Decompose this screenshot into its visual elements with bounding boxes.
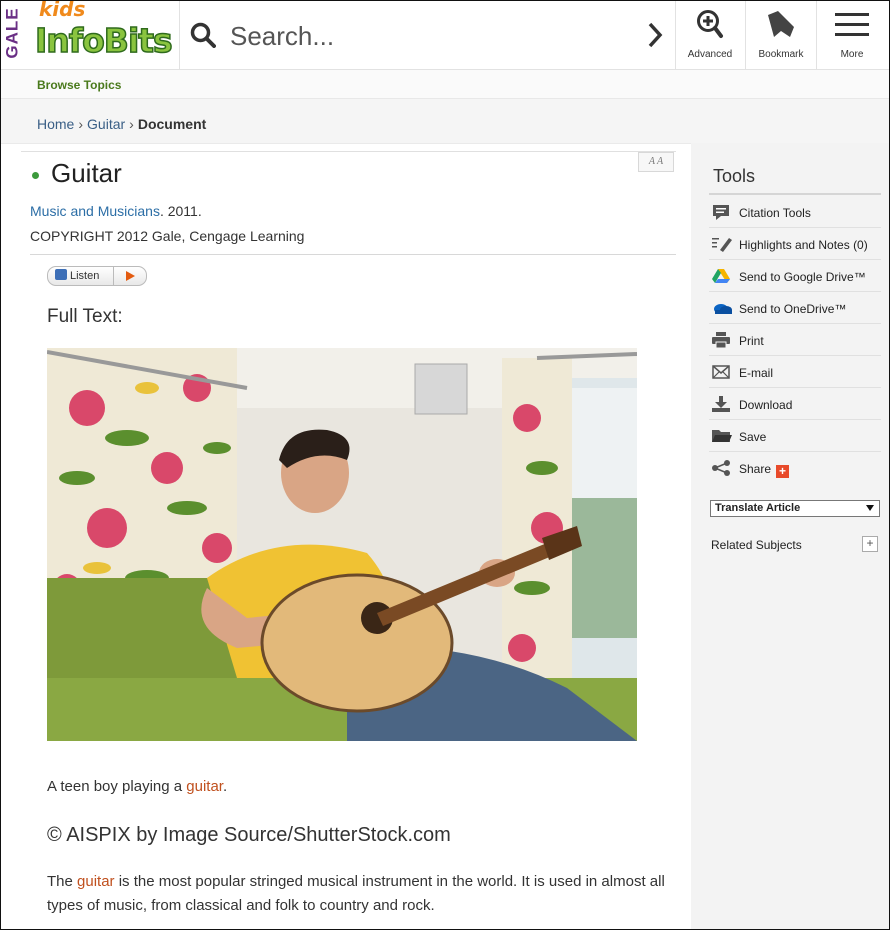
breadcrumb-current: Document bbox=[137, 116, 207, 132]
tool-share[interactable]: Share + bbox=[709, 452, 881, 483]
tool-label: Download bbox=[739, 398, 793, 412]
para-text-rest: is the most popular stringed musical ins… bbox=[47, 873, 665, 914]
citation-icon bbox=[712, 204, 730, 220]
breadcrumb-band: Home › Guitar › Document bbox=[1, 99, 889, 143]
folder-icon bbox=[712, 428, 732, 444]
topic-nav-bar: Browse Topics bbox=[1, 70, 889, 99]
tool-highlights[interactable]: Highlights and Notes (0) bbox=[709, 228, 881, 260]
advanced-search-button[interactable]: Advanced bbox=[675, 1, 746, 69]
caption-text: A teen boy playing a bbox=[47, 778, 187, 795]
breadcrumb-separator-icon: › bbox=[78, 116, 84, 132]
bookmark-tag-icon bbox=[768, 11, 794, 37]
source-title-link[interactable]: Music and Musicians bbox=[30, 203, 160, 219]
tool-onedrive[interactable]: Send to OneDrive™ bbox=[709, 292, 881, 324]
tools-heading: Tools bbox=[713, 166, 756, 186]
source-year: . 2011. bbox=[159, 203, 202, 219]
title-divider bbox=[21, 151, 676, 152]
search-icon[interactable] bbox=[190, 22, 216, 53]
breadcrumb: Home › Guitar › Document bbox=[37, 116, 206, 132]
zoom-plus-icon bbox=[697, 10, 723, 38]
tool-email[interactable]: E-mail bbox=[709, 356, 881, 388]
breadcrumb-home[interactable]: Home bbox=[37, 116, 74, 132]
play-icon[interactable] bbox=[113, 266, 147, 286]
logo-kids-text: kids bbox=[39, 0, 86, 21]
tool-label: Save bbox=[739, 430, 767, 444]
onedrive-icon bbox=[712, 300, 732, 316]
expand-plus-icon[interactable]: + bbox=[862, 536, 878, 552]
caption-guitar-link[interactable]: guitar bbox=[186, 778, 223, 795]
article-source: Music and Musicians. 2011. bbox=[30, 203, 202, 219]
photo-caption: A teen boy playing a guitar. bbox=[47, 778, 227, 795]
font-size-toggle[interactable]: A A bbox=[638, 152, 674, 172]
share-label: Share + bbox=[739, 462, 790, 478]
hamburger-menu-icon bbox=[835, 13, 869, 36]
article-paragraph: The guitar is the most popular stringed … bbox=[47, 870, 667, 918]
download-icon bbox=[712, 396, 730, 412]
article-title: Guitar bbox=[51, 158, 122, 188]
photo-credit: © AISPIX by Image Source/ShutterStock.co… bbox=[47, 824, 451, 846]
advanced-label: Advanced bbox=[687, 49, 733, 60]
tool-label: Highlights and Notes (0) bbox=[739, 238, 868, 252]
more-menu-button[interactable]: More bbox=[817, 1, 887, 69]
tools-divider bbox=[709, 193, 881, 195]
tool-label: Citation Tools bbox=[739, 206, 811, 220]
caption-period: . bbox=[222, 778, 228, 795]
listen-player: Listen bbox=[47, 266, 147, 286]
tool-citation[interactable]: Citation Tools bbox=[709, 196, 881, 228]
tool-label: Print bbox=[739, 334, 764, 348]
header: GALE kids InfoBits Advanced Bookmark Mor… bbox=[1, 1, 889, 70]
share-plus-icon[interactable]: + bbox=[776, 465, 790, 478]
tool-google-drive[interactable]: Send to Google Drive™ bbox=[709, 260, 881, 292]
bookmark-button[interactable]: Bookmark bbox=[746, 1, 817, 69]
breadcrumb-guitar[interactable]: Guitar bbox=[87, 116, 125, 132]
infobits-logo[interactable]: kids InfoBits bbox=[34, 0, 175, 67]
para-text-start: The bbox=[47, 873, 78, 890]
listen-label: Listen bbox=[70, 270, 100, 282]
full-text-heading: Full Text: bbox=[47, 306, 123, 327]
translate-article-select[interactable]: Translate Article bbox=[710, 500, 880, 517]
page: GALE kids InfoBits Advanced Bookmark Mor… bbox=[0, 0, 890, 930]
speaker-icon bbox=[55, 269, 67, 280]
printer-icon bbox=[712, 332, 730, 349]
title-bullet-icon bbox=[32, 172, 39, 179]
tool-label: Share bbox=[739, 462, 772, 476]
tool-save[interactable]: Save bbox=[709, 420, 881, 452]
share-icon bbox=[712, 460, 730, 476]
email-icon bbox=[712, 364, 730, 380]
logo-infobits-text: InfoBits bbox=[34, 20, 173, 61]
listen-button[interactable]: Listen bbox=[47, 266, 121, 286]
breadcrumb-separator-icon: › bbox=[129, 116, 134, 132]
search-bar bbox=[179, 1, 676, 69]
more-label: More bbox=[840, 49, 864, 60]
browse-topics-link[interactable]: Browse Topics bbox=[37, 78, 121, 92]
tool-print[interactable]: Print bbox=[709, 324, 881, 356]
para-guitar-link[interactable]: guitar bbox=[77, 873, 115, 890]
related-subjects-label[interactable]: Related Subjects bbox=[711, 538, 802, 552]
highlight-pen-icon bbox=[712, 236, 732, 252]
tool-label: Send to OneDrive™ bbox=[739, 302, 847, 316]
search-input[interactable] bbox=[228, 17, 622, 55]
gale-logo[interactable]: GALE bbox=[2, 5, 29, 65]
google-drive-icon bbox=[712, 268, 730, 284]
article-copyright: COPYRIGHT 2012 Gale, Cengage Learning bbox=[30, 228, 305, 244]
gale-logo-text: GALE bbox=[2, 7, 22, 59]
search-submit-chevron-icon[interactable] bbox=[647, 21, 663, 54]
article-photo bbox=[47, 348, 637, 741]
tool-label: Send to Google Drive™ bbox=[739, 270, 866, 284]
translate-label: Translate Article bbox=[715, 502, 801, 514]
tool-download[interactable]: Download bbox=[709, 388, 881, 420]
tool-label: E-mail bbox=[739, 366, 774, 380]
dropdown-arrow-icon bbox=[866, 505, 874, 511]
bookmark-label: Bookmark bbox=[758, 49, 804, 60]
meta-divider bbox=[30, 254, 676, 255]
